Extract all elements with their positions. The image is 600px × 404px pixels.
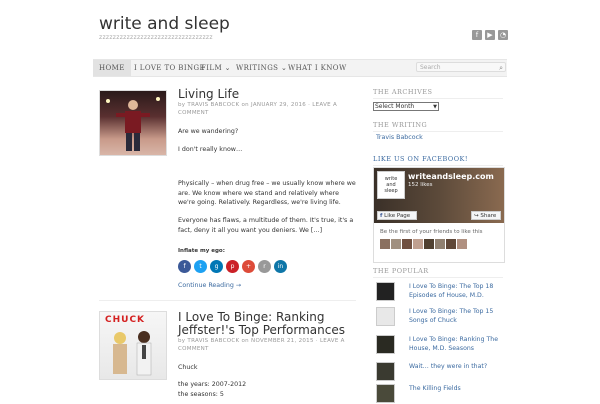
popular-item[interactable]: The Killing Fields [376,384,501,404]
twitter-share-icon[interactable]: t [194,260,207,273]
post-paragraph: Everyone has flaws, a multitude of them.… [178,217,354,234]
popular-thumbnail[interactable] [376,335,395,354]
pinterest-share-icon[interactable]: p [226,260,239,273]
search-input[interactable]: Search ⌕ [416,62,506,72]
linkedin-share-icon[interactable]: in [274,260,287,273]
popular-item[interactable]: I Love To Binge: The Top 15 Songs of Chu… [376,307,501,327]
fb-page-name[interactable]: writeandsleep.com [408,172,494,181]
chevron-down-icon: ▼ [433,104,437,110]
chuck-cast-icon [113,331,152,376]
post-thumbnail[interactable]: CHUCK [99,311,167,380]
facebook-icon[interactable]: f [472,30,482,40]
post-paragraph: Are we wandering? [178,128,239,135]
facebook-heading[interactable]: LIKE US ON FACEBOOK! [373,155,503,166]
post-paragraph: the years: 2007-2012 [178,381,247,388]
fb-share-button[interactable]: ↪ Share [471,211,501,220]
person-figure-icon [106,97,160,151]
google-share-icon[interactable]: g [210,260,223,273]
share-label: Inflate my ego: [178,248,225,254]
post-meta: by TRAVIS BABCOCK on JANUARY 29, 2016 · … [178,102,338,116]
continue-reading-link[interactable]: Continue Reading → [178,282,241,289]
post-divider [99,300,356,301]
fb-friend-avatars [380,239,467,249]
post-paragraph: Chuck [178,364,198,371]
popular-item[interactable]: I Love To Binge: The Top 18 Episodes of … [376,282,501,302]
share-buttons: f t g p + r in [178,260,287,273]
avatar [413,239,423,249]
youtube-icon[interactable]: ▶ [485,30,495,40]
post-paragraph: Physically – when drug free – we usually… [178,180,356,206]
nav-item-what-i-know[interactable]: WHAT I KNOW [288,60,347,76]
post-paragraph: I don't really know… [178,146,243,153]
writing-heading: THE WRITING [373,121,503,132]
social-links: f ▶ ◔ [472,30,508,40]
avatar [457,239,467,249]
share-arrow-icon: ↪ [474,213,479,219]
nav-item-writings[interactable]: WRITINGS ⌄ [236,60,287,76]
avatar [380,239,390,249]
facebook-share-icon[interactable]: f [178,260,191,273]
post-thumbnail[interactable] [99,90,167,156]
fb-friends-text: Be the first of your friends to like thi… [380,229,483,235]
avatar [391,239,401,249]
popular-thumbnail[interactable] [376,362,395,381]
popular-thumbnail[interactable] [376,282,395,301]
avatar [424,239,434,249]
page-logo[interactable]: write and sleep [377,171,405,199]
search-icon[interactable]: ⌕ [499,63,503,73]
popular-item[interactable]: Wait… they were in that? [376,362,501,382]
avatar [402,239,412,249]
site-tagline: zzzzzzzzzzzzzzzzzzzzzzzzzzzzzzzzz [99,34,213,41]
popular-thumbnail[interactable] [376,384,395,403]
reddit-share-icon[interactable]: r [258,260,271,273]
plus-share-icon[interactable]: + [242,260,255,273]
post-paragraph: the seasons: 5 [178,391,224,398]
avatar [435,239,445,249]
rss-icon[interactable]: ◔ [498,30,508,40]
popular-item[interactable]: I Love To Binge: Ranking The House, M.D.… [376,335,501,355]
nav-item-home[interactable]: HOME [93,60,131,76]
post-meta: by TRAVIS BABCOCK on NOVEMBER 21, 2015 ·… [178,338,345,352]
facebook-widget: write and sleep writeandsleep.com 152 like… [373,167,505,263]
nav-item-binge[interactable]: I LOVE TO BINGE [134,60,205,76]
avatar [446,239,456,249]
post-title[interactable]: Living Life [178,88,239,101]
writing-author-link[interactable]: Travis Babcock [376,134,423,141]
facebook-icon: f [380,213,383,219]
fb-like-button[interactable]: f Like Page [377,211,417,220]
archives-select[interactable]: Select Month ▼ [373,102,439,111]
archives-heading: THE ARCHIVES [373,88,503,99]
popular-thumbnail[interactable] [376,307,395,326]
popular-heading: THE POPULAR [373,267,503,278]
fb-likes: 152 likes [408,182,433,188]
search-placeholder: Search [420,64,441,71]
nav-item-film[interactable]: FILM ⌄ [201,60,231,76]
site-title[interactable]: write and sleep [99,14,230,34]
post-title[interactable]: I Love To Binge: Ranking Jeffster!'s Top… [178,311,358,337]
